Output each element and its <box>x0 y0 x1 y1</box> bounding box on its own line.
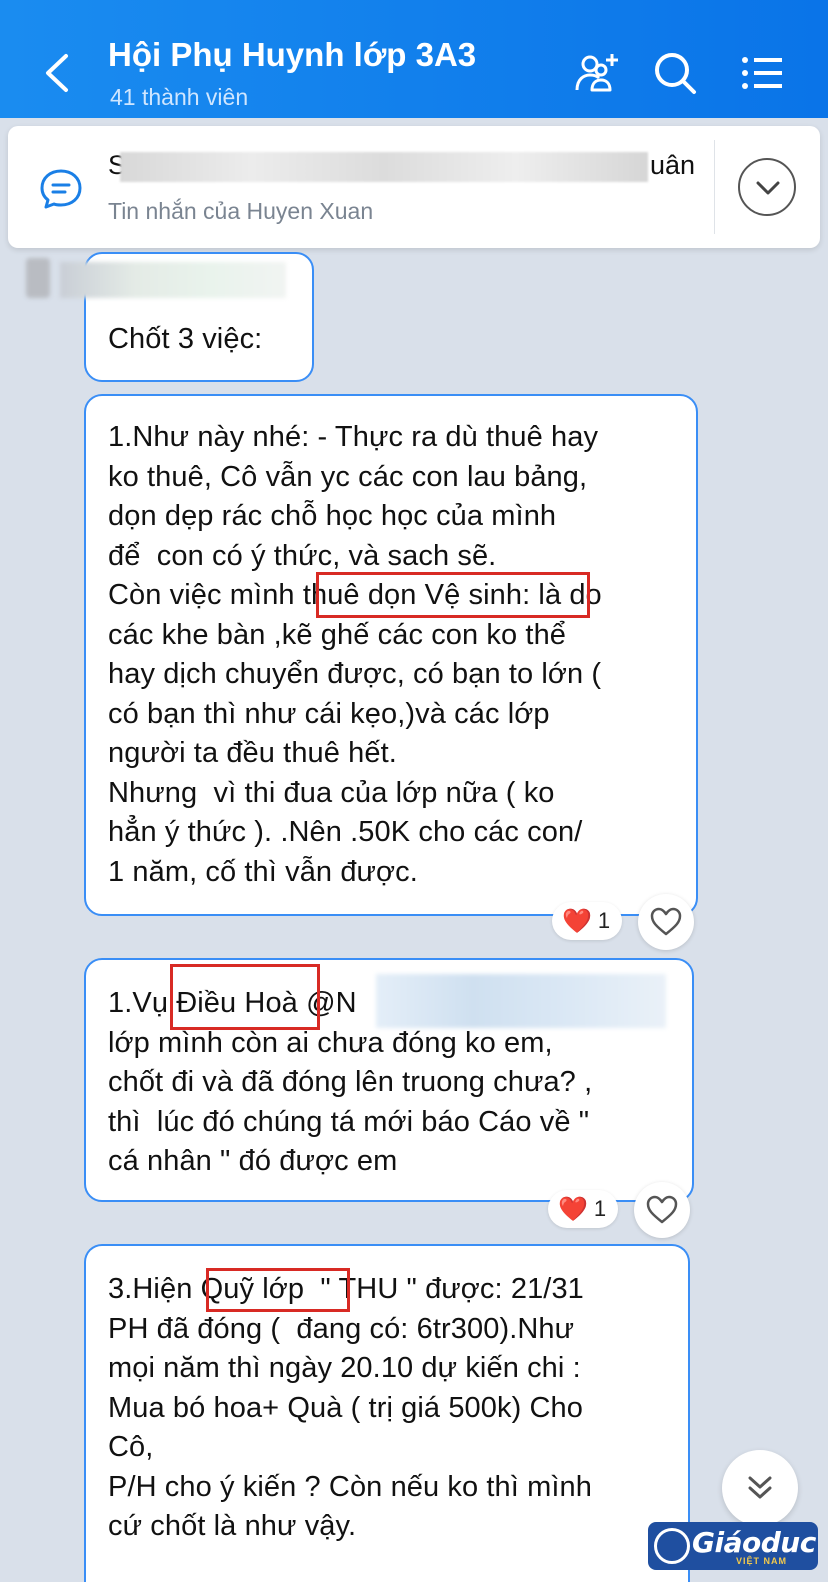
chevron-down-icon <box>756 181 780 195</box>
watermark-g-icon <box>654 1528 690 1564</box>
reaction-count: 1 <box>593 1196 607 1221</box>
message-text: Chốt 3 việc: <box>108 323 263 355</box>
add-member-button[interactable] <box>574 50 620 96</box>
message-bubble[interactable]: 1.Vụ Điều Hoà @N lớp mình còn ai chưa đó… <box>84 958 694 1202</box>
search-icon <box>655 53 696 94</box>
heart-icon: ❤️ <box>558 1195 588 1223</box>
message-bubble[interactable]: 3.Hiện Quỹ lớp " THU " được: 21/31 PH đã… <box>84 1244 690 1582</box>
message-bubble[interactable]: 1.Như này nhé: - Thực ra dù thuê hay ko … <box>84 394 698 916</box>
scroll-to-bottom-button[interactable] <box>722 1450 798 1526</box>
avatar[interactable] <box>26 258 50 298</box>
reaction-badge[interactable]: ❤️ 1 <box>552 902 623 940</box>
menu-icon <box>742 57 782 89</box>
add-member-icon <box>575 54 618 92</box>
divider <box>714 140 715 234</box>
sender-name-redacted <box>60 262 286 298</box>
pinned-sender: Tin nhắn của Huyen Xuan <box>108 198 374 224</box>
member-count: 41 thành viên <box>110 84 249 110</box>
watermark-subtext: VIỆT NAM <box>736 1556 788 1566</box>
double-chevron-down-icon <box>748 1476 772 1499</box>
chevron-left-icon <box>46 54 68 92</box>
heart-icon: ❤️ <box>562 907 592 935</box>
highlight-box <box>206 1268 350 1312</box>
heart-outline-icon <box>650 907 682 936</box>
watermark-text: Giáoduc <box>692 1526 816 1559</box>
mention-redacted <box>376 974 666 1028</box>
reaction-count: 1 <box>597 908 611 933</box>
highlight-box <box>316 572 590 618</box>
back-button[interactable] <box>38 48 78 98</box>
chat-bubble-icon <box>40 169 82 209</box>
search-button[interactable] <box>652 50 698 96</box>
highlight-box <box>170 964 320 1030</box>
pinned-preview-end: uân <box>650 150 696 180</box>
chat-header: Hội Phụ Huynh lớp 3A3 41 thành viên <box>0 0 828 118</box>
group-title[interactable]: Hội Phụ Huynh lớp 3A3 <box>108 36 476 74</box>
pinned-message-bar[interactable]: S uân Tin nhắn của Huyen Xuan <box>8 126 820 248</box>
like-button[interactable] <box>634 1182 690 1238</box>
expand-pinned-button[interactable] <box>738 158 796 216</box>
like-button[interactable] <box>638 894 694 950</box>
pinned-redacted-text <box>120 152 648 182</box>
menu-button[interactable] <box>740 50 786 96</box>
heart-outline-icon <box>646 1195 678 1224</box>
message-text: 1.Như này nhé: - Thực ra dù thuê hay ko … <box>108 421 602 888</box>
watermark-logo: Giáoduc VIỆT NAM <box>648 1522 818 1570</box>
reaction-badge[interactable]: ❤️ 1 <box>548 1190 619 1228</box>
